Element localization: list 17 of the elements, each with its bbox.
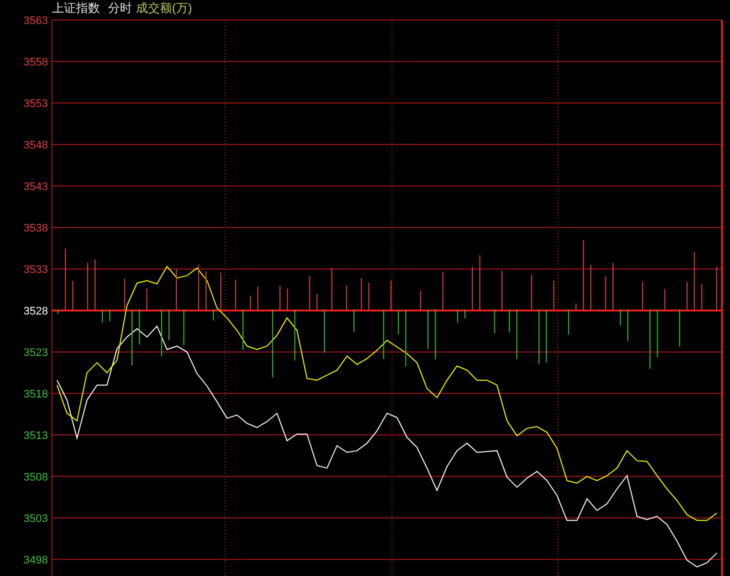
y-tick-label: 3508 <box>24 471 48 484</box>
index-name: 上证指数 <box>52 2 100 14</box>
y-tick-label: 3543 <box>24 180 48 193</box>
y-tick-label: 3563 <box>24 16 48 27</box>
period-label: 分时 <box>108 2 132 14</box>
y-tick-label: 3498 <box>24 554 48 566</box>
y-tick-label: 3518 <box>24 388 48 400</box>
y-tick-label: 3553 <box>24 98 48 110</box>
y-tick-label: 3503 <box>24 512 48 525</box>
y-tick-label: 3538 <box>24 222 48 234</box>
y-tick-label: 3513 <box>24 430 48 442</box>
y-tick-label: 3533 <box>24 264 48 276</box>
y-tick-label: 3528 <box>24 305 48 318</box>
y-tick-label: 3548 <box>24 139 48 152</box>
y-tick-label: 3523 <box>24 346 48 359</box>
indicator-label: 成交额(万) <box>136 2 192 14</box>
y-tick-label: 3558 <box>24 56 48 68</box>
